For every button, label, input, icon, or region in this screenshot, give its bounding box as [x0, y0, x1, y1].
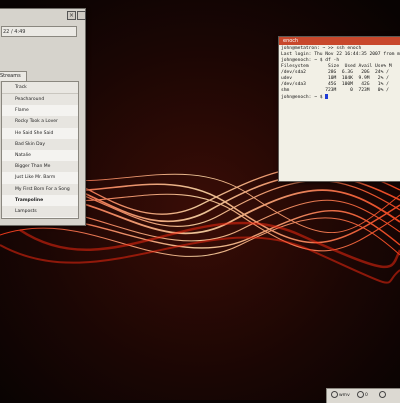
track-row[interactable]: Peacharound: [2, 94, 78, 106]
progress-time[interactable]: 22 / 4:49: [1, 26, 77, 37]
track-row[interactable]: Flame: [2, 105, 78, 116]
track-row[interactable]: Bigger Than Me: [2, 161, 78, 173]
terminal-line: shm 723M 0 723M 0% /: [281, 88, 389, 93]
track-row[interactable]: Trampoline: [2, 195, 78, 206]
globe-icon: [331, 391, 338, 398]
track-row[interactable]: My First Born For a Song: [2, 183, 78, 195]
track-rows: Peacharound Flame Rocky Took a Lover He Sai…: [2, 94, 78, 218]
terminal-titlebar[interactable]: enoch: [279, 37, 400, 45]
player-titlebar[interactable]: ×: [0, 9, 86, 21]
track-row[interactable]: Just Like Mr. Barm: [2, 172, 78, 183]
track-list: Track Peacharound Flame Rocky Took a Lover…: [1, 81, 79, 219]
music-player-window: × 22 / 4:49 Streams Track Peacharound Fla…: [0, 8, 86, 226]
clock-icon: [357, 391, 364, 398]
terminal-window: enoch john@metatron: ~ >> ssh enoch Last …: [278, 36, 400, 182]
text-cursor: [325, 94, 329, 99]
track-row[interactable]: Bad Skin Day: [2, 138, 78, 150]
track-row[interactable]: Lamposts: [2, 205, 78, 218]
track-row[interactable]: He Said She Said: [2, 128, 78, 139]
column-header-track[interactable]: Track: [2, 82, 78, 94]
player-spacer: [1, 40, 79, 68]
terminal-prompt: john@enoch: ~ $: [281, 95, 326, 100]
bottom-panel: wmv 0: [326, 388, 400, 403]
close-icon[interactable]: ×: [67, 11, 76, 20]
circle-icon: [379, 391, 386, 398]
terminal-output[interactable]: john@metatron: ~ >> ssh enoch Last login:…: [279, 45, 400, 102]
track-row[interactable]: Natalie: [2, 150, 78, 161]
track-row[interactable]: Rocky Took a Lover: [2, 116, 78, 128]
maximize-icon[interactable]: [77, 11, 86, 20]
tab-streams[interactable]: Streams: [0, 71, 27, 81]
